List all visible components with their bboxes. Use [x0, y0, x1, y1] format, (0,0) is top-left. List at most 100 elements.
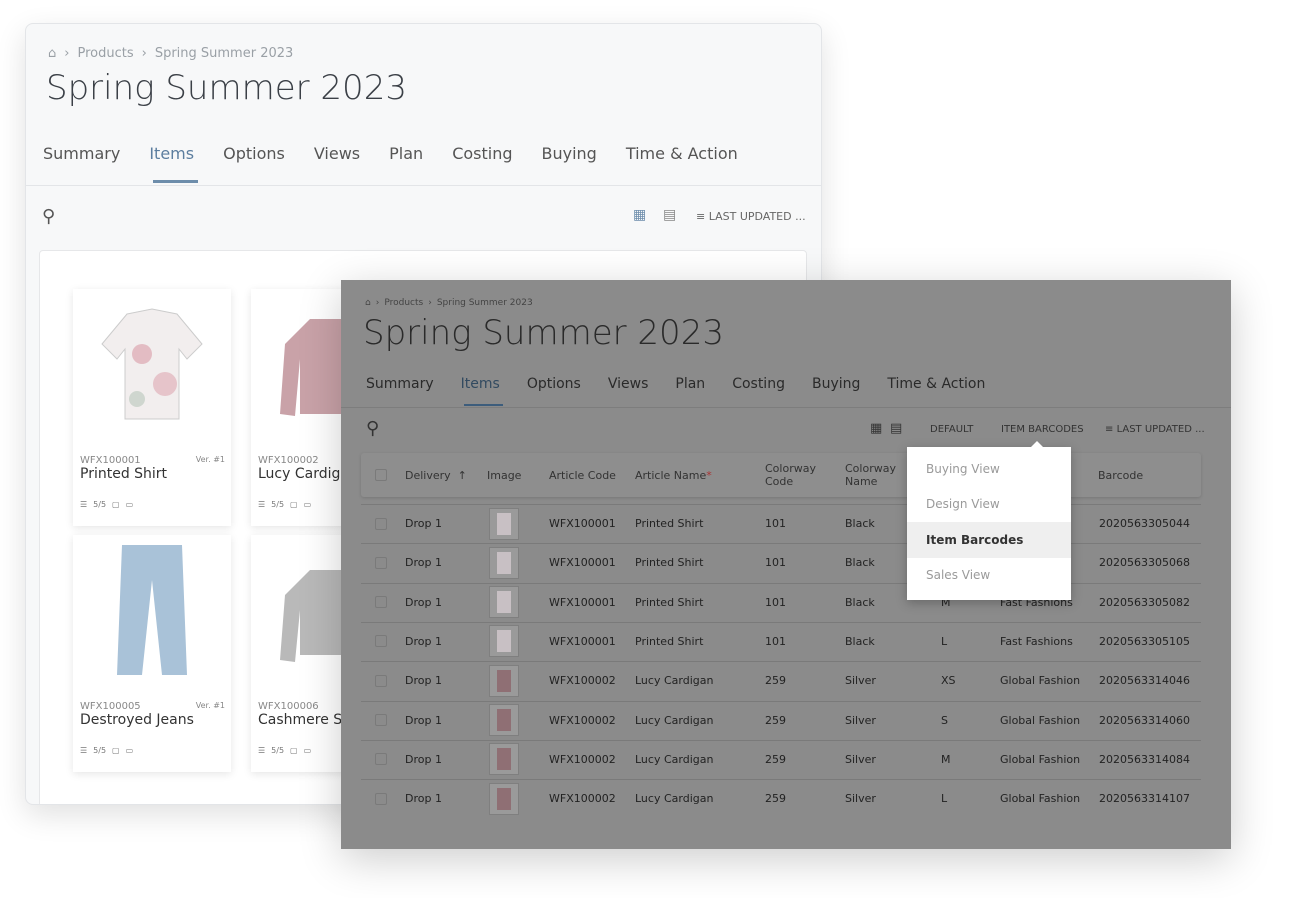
cell-delivery: Drop 1 — [405, 792, 442, 806]
product-thumbnail — [489, 743, 519, 776]
item-code: WFX100006 — [258, 701, 319, 712]
menu-item-sales-view[interactable]: Sales View — [907, 558, 1071, 594]
table-row[interactable]: Drop 1 WFX100001 Printed Shirt 101 Black 2020… — [361, 504, 1201, 542]
image-icon[interactable]: ▢ — [112, 500, 120, 509]
image-icon[interactable]: ▢ — [112, 746, 120, 755]
select-all-checkbox[interactable] — [375, 469, 387, 481]
grid-view-icon[interactable]: ▦ — [633, 207, 646, 223]
tab-options[interactable]: Options — [223, 144, 285, 183]
row-checkbox[interactable] — [375, 792, 387, 805]
row-checkbox[interactable] — [375, 556, 387, 569]
table-view-icon[interactable]: ▤ — [663, 207, 676, 223]
divider — [341, 407, 1231, 408]
option-count: 5/5 — [93, 746, 107, 755]
cell-barcode: 2020563305068 — [1099, 556, 1190, 570]
sort-button[interactable]: ≡ LAST UPDATED ... — [696, 210, 806, 223]
cell-colorway-code: 259 — [765, 792, 786, 806]
row-checkbox[interactable] — [375, 596, 387, 609]
tab-buying[interactable]: Buying — [542, 144, 597, 183]
header-delivery[interactable]: Delivery ↑ — [397, 453, 467, 497]
header-image[interactable]: Image — [479, 453, 521, 497]
grid-view-icon[interactable]: ▦ — [870, 421, 882, 436]
item-name: Destroyed Jeans — [80, 712, 194, 728]
cell-colorway-code: 101 — [765, 556, 786, 570]
comment-icon[interactable]: ▭ — [304, 500, 312, 509]
row-checkbox[interactable] — [375, 674, 387, 687]
home-icon[interactable]: ⌂ — [365, 298, 371, 308]
menu-item-design-view[interactable]: Design View — [907, 487, 1071, 523]
cell-barcode: 2020563305105 — [1099, 634, 1190, 648]
row-checkbox[interactable] — [375, 517, 387, 530]
tab-costing[interactable]: Costing — [452, 144, 512, 183]
table-row[interactable]: Drop 1 WFX100001 Printed Shirt 101 Black L Fas… — [361, 621, 1201, 660]
view-selector-button[interactable]: ITEM BARCODES — [1001, 424, 1084, 435]
product-thumbnail — [489, 507, 519, 540]
cell-colorway-name: Black — [845, 517, 875, 530]
tab-time-action[interactable]: Time & Action — [887, 376, 985, 406]
options-icon: ☰ — [258, 500, 266, 509]
cell-article-name: Lucy Cardigan — [635, 792, 714, 806]
table-row[interactable]: Drop 1 WFX100002 Lucy Cardigan 259 Silver XS G… — [361, 661, 1201, 699]
tab-plan[interactable]: Plan — [675, 376, 705, 406]
breadcrumb-products[interactable]: Products — [77, 46, 133, 61]
sort-button[interactable]: ≡ LAST UPDATED ... — [1105, 424, 1205, 435]
table-view-icon[interactable]: ▤ — [890, 421, 902, 436]
options-icon: ☰ — [258, 746, 266, 755]
header-article-code[interactable]: Article Code — [541, 453, 616, 497]
breadcrumb: ⌂ › Products › Spring Summer 2023 — [365, 298, 533, 308]
cell-delivery: Drop 1 — [405, 674, 442, 688]
tab-options[interactable]: Options — [527, 376, 581, 406]
table-row[interactable]: Drop 1 WFX100002 Lucy Cardigan 259 Silver M Gl… — [361, 739, 1201, 778]
row-checkbox[interactable] — [375, 714, 387, 726]
breadcrumb-products[interactable]: Products — [384, 298, 423, 308]
row-checkbox[interactable] — [375, 753, 387, 766]
header-colorway-name[interactable]: Colorway Name — [837, 453, 907, 497]
sort-ascending-icon: ↑ — [457, 468, 467, 482]
table-row[interactable]: Drop 1 WFX100002 Lucy Cardigan 259 Silver L Gl… — [361, 779, 1201, 817]
tab-views[interactable]: Views — [608, 376, 649, 406]
search-icon[interactable]: ⚲ — [42, 206, 55, 227]
home-icon[interactable]: ⌂ — [48, 46, 56, 61]
tab-buying[interactable]: Buying — [812, 376, 860, 406]
cell-delivery: Drop 1 — [405, 634, 442, 648]
cell-barcode: 2020563314107 — [1099, 792, 1190, 806]
view-dropdown-menu: Buying View Design View Item Barcodes Sa… — [907, 441, 1071, 600]
cell-colorway-name: Silver — [845, 674, 876, 688]
tab-plan[interactable]: Plan — [389, 144, 423, 183]
tab-summary[interactable]: Summary — [43, 144, 120, 183]
comment-icon[interactable]: ▭ — [126, 500, 134, 509]
table-row[interactable]: Drop 1 WFX100001 Printed Shirt 101 Black M Fas… — [361, 582, 1201, 621]
cell-article-code: WFX100002 — [549, 674, 616, 688]
tab-costing[interactable]: Costing — [732, 376, 785, 406]
item-code: WFX100001 — [80, 455, 141, 466]
item-card[interactable]: WFX100005 Ver. #1 Destroyed Jeans ☰ 5/5 ▢ ▭ — [73, 535, 231, 772]
cell-article-code: WFX100001 — [549, 517, 616, 530]
menu-item-item-barcodes[interactable]: Item Barcodes — [907, 522, 1071, 558]
tab-summary[interactable]: Summary — [366, 376, 434, 406]
cell-vendor: Global Fashion — [1000, 752, 1081, 766]
tab-views[interactable]: Views — [314, 144, 360, 183]
product-thumbnail — [489, 546, 519, 579]
header-article-name[interactable]: Article Name * — [627, 453, 712, 497]
cell-colorway-code: 259 — [765, 674, 786, 688]
image-icon[interactable]: ▢ — [290, 500, 298, 509]
row-checkbox[interactable] — [375, 635, 387, 648]
table-row[interactable]: Drop 1 WFX100002 Lucy Cardigan 259 Silver S Gl… — [361, 700, 1201, 739]
table-view-window: ⌂ › Products › Spring Summer 2023 Spring S… — [341, 280, 1231, 849]
tab-time-action[interactable]: Time & Action — [626, 144, 738, 183]
table-row[interactable]: Drop 1 WFX100001 Printed Shirt 101 Black 2020… — [361, 543, 1201, 581]
tab-items[interactable]: Items — [461, 376, 504, 406]
comment-icon[interactable]: ▭ — [126, 746, 134, 755]
cell-delivery: Drop 1 — [405, 595, 442, 609]
cell-colorway-name: Silver — [845, 752, 876, 766]
default-view-button[interactable]: DEFAULT — [930, 424, 973, 435]
header-barcode[interactable]: Barcode — [1090, 453, 1143, 497]
header-colorway-code[interactable]: Colorway Code — [757, 453, 832, 497]
image-icon[interactable]: ▢ — [290, 746, 298, 755]
search-icon[interactable]: ⚲ — [366, 418, 379, 439]
menu-item-buying-view[interactable]: Buying View — [907, 451, 1071, 487]
comment-icon[interactable]: ▭ — [304, 746, 312, 755]
item-card[interactable]: WFX100001 Ver. #1 Printed Shirt ☰ 5/5 ▢ ▭ — [73, 289, 231, 526]
cell-colorway-name: Silver — [845, 792, 876, 806]
tab-items[interactable]: Items — [149, 144, 198, 183]
